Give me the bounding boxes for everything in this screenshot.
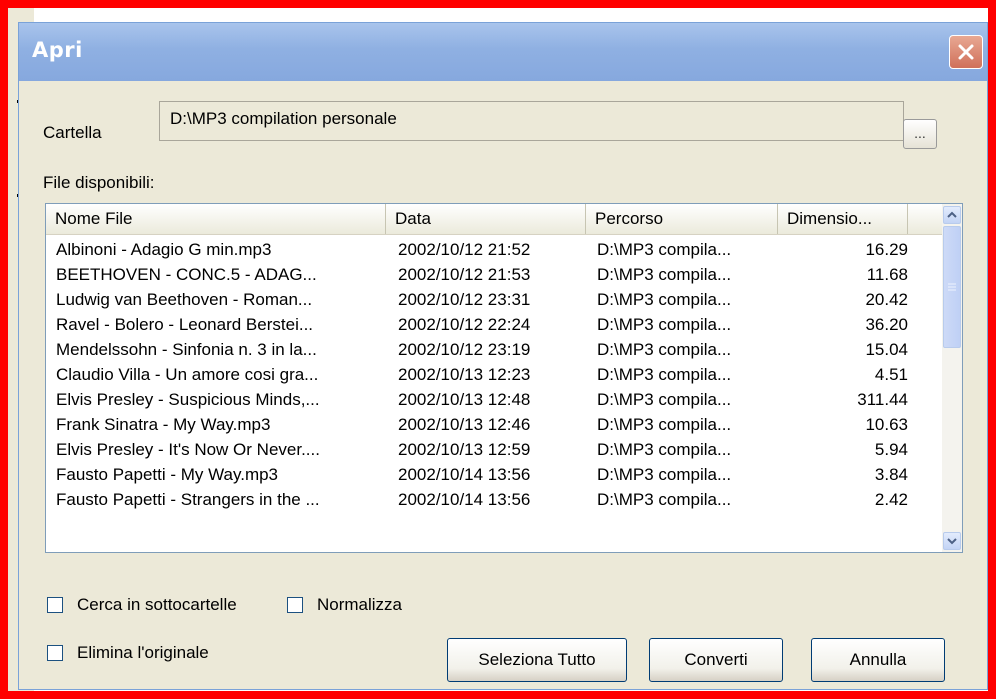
select-all-button[interactable]: Seleziona Tutto [447,638,627,682]
file-path: D:\MP3 compila... [597,315,732,334]
file-list[interactable]: Nome File Data Percorso Dimensio... Albi… [45,203,963,553]
file-name: Fausto Papetti - My Way.mp3 [56,465,279,484]
file-path: D:\MP3 compila... [597,490,732,509]
table-row[interactable]: Elvis Presley - Suspicious Minds,... 2002… [46,390,942,412]
grip-icon [948,283,956,291]
column-header-size[interactable]: Dimensio... [778,204,908,234]
file-path: D:\MP3 compila... [597,365,732,384]
normalize-label[interactable]: Normalizza [317,595,402,615]
file-path: D:\MP3 compila... [597,415,732,434]
vertical-scrollbar[interactable] [942,204,962,552]
column-header-path[interactable]: Percorso [586,204,778,234]
close-button[interactable] [949,35,983,69]
file-path: D:\MP3 compila... [597,340,732,359]
file-size: 311.44 [857,390,908,409]
column-header-date[interactable]: Data [386,204,586,234]
file-path: D:\MP3 compila... [597,265,732,284]
table-row[interactable]: Fausto Papetti - My Way.mp3 2002/10/14 13… [46,465,942,487]
table-row[interactable]: Albinoni - Adagio G min.mp3 2002/10/12 21… [46,240,942,262]
file-name: Albinoni - Adagio G min.mp3 [56,240,272,259]
scrollbar-thumb[interactable] [943,226,961,348]
file-date: 2002/10/12 21:52 [398,240,531,259]
browse-folder-button[interactable]: ... [903,119,937,149]
file-size: 36.20 [865,315,908,334]
file-date: 2002/10/14 13:56 [398,465,531,484]
table-row[interactable]: Ludwig van Beethoven - Roman... 2002/10/1… [46,290,942,312]
file-size: 3.84 [874,465,908,484]
file-date: 2002/10/14 13:56 [398,490,531,509]
file-date: 2002/10/12 23:31 [398,290,531,309]
subfolders-checkbox[interactable] [47,597,63,613]
file-name: Fausto Papetti - Strangers in the ... [56,490,320,509]
subfolders-label[interactable]: Cerca in sottocartelle [77,595,237,615]
close-icon [958,44,974,60]
file-name: Ludwig van Beethoven - Roman... [56,290,313,309]
table-row[interactable]: Mendelssohn - Sinfonia n. 3 in la... 2002… [46,340,942,362]
cancel-button[interactable]: Annulla [811,638,945,682]
file-date: 2002/10/12 21:53 [398,265,531,284]
delete-original-label[interactable]: Elimina l'originale [77,643,209,663]
file-date: 2002/10/12 23:19 [398,340,531,359]
file-path: D:\MP3 compila... [597,290,732,309]
file-name: BEETHOVEN - CONC.5 - ADAG... [56,265,317,284]
normalize-checkbox[interactable] [287,597,303,613]
delete-original-checkbox[interactable] [47,645,63,661]
file-date: 2002/10/12 22:24 [398,315,531,334]
table-row[interactable]: BEETHOVEN - CONC.5 - ADAG... 2002/10/12 2… [46,265,942,287]
convert-button[interactable]: Converti [649,638,783,682]
file-path: D:\MP3 compila... [597,390,732,409]
file-size: 15.04 [865,340,908,359]
chevron-up-icon [947,211,957,218]
available-files-label: File disponibili: [43,173,155,192]
title-bar[interactable]: Apri [19,23,987,81]
file-name: Mendelssohn - Sinfonia n. 3 in la... [56,340,317,359]
file-name: Elvis Presley - It's Now Or Never.... [56,440,320,459]
table-row[interactable]: Elvis Presley - It's Now Or Never.... 200… [46,440,942,462]
scroll-down-button[interactable] [943,532,961,550]
file-date: 2002/10/13 12:46 [398,415,531,434]
folder-path-field[interactable]: D:\MP3 compilation personale [159,101,904,141]
table-row[interactable]: Ravel - Bolero - Leonard Berstei... 2002/… [46,315,942,337]
file-size: 4.51 [874,365,908,384]
file-date: 2002/10/13 12:23 [398,365,531,384]
file-path: D:\MP3 compila... [597,240,732,259]
scroll-up-button[interactable] [943,206,961,224]
file-size: 20.42 [865,290,908,309]
chevron-down-icon [947,538,957,545]
file-date: 2002/10/13 12:48 [398,390,531,409]
file-name: Claudio Villa - Un amore cosi gra... [56,365,319,384]
file-size: 16.29 [865,240,908,259]
table-row[interactable]: Frank Sinatra - My Way.mp3 2002/10/13 12:… [46,415,942,437]
file-date: 2002/10/13 12:59 [398,440,531,459]
file-size: 10.63 [865,415,908,434]
file-size: 2.42 [874,490,908,509]
file-size: 5.94 [874,440,908,459]
file-name: Ravel - Bolero - Leonard Berstei... [56,315,314,334]
list-header: Nome File Data Percorso Dimensio... [46,204,942,235]
file-path: D:\MP3 compila... [597,465,732,484]
folder-label: Cartella [43,123,102,142]
open-dialog: Apri Cartella D:\MP3 compilation persona… [18,22,988,690]
file-size: 11.68 [866,265,908,284]
file-name: Elvis Presley - Suspicious Minds,... [56,390,320,409]
dialog-title: Apri [32,38,83,62]
table-row[interactable]: Fausto Papetti - Strangers in the ... 200… [46,490,942,512]
file-path: D:\MP3 compila... [597,440,732,459]
file-name: Frank Sinatra - My Way.mp3 [56,415,271,434]
table-row[interactable]: Claudio Villa - Un amore cosi gra... 2002… [46,365,942,387]
column-header-filename[interactable]: Nome File [46,204,386,234]
